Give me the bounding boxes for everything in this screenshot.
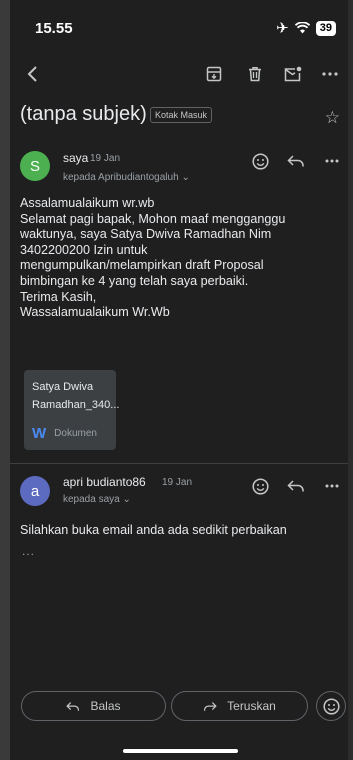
- trash-icon[interactable]: [243, 62, 267, 86]
- mark-unread-icon[interactable]: [281, 62, 305, 86]
- chevron-down-icon: ⌄: [122, 494, 131, 505]
- message-divider: [10, 463, 348, 464]
- recipient-line[interactable]: kepada saya ⌄: [63, 494, 131, 505]
- filename-line: Satya Dwiva: [32, 381, 94, 393]
- star-icon[interactable]: ☆: [325, 108, 340, 128]
- sender-name: saya: [63, 151, 89, 165]
- reply-icon: [66, 701, 80, 711]
- show-trimmed-content[interactable]: ...: [22, 544, 35, 558]
- body-line: 3402200200 Izin untuk: [20, 242, 148, 257]
- archive-icon[interactable]: [202, 62, 226, 86]
- email-subject: (tanpa subjek): [20, 103, 147, 125]
- inbox-label-chip[interactable]: Kotak Masuk: [150, 107, 213, 123]
- forward-button[interactable]: Teruskan: [171, 691, 308, 721]
- message-body: Assalamualaikum wr.wb Selamat pagi bapak…: [20, 196, 340, 321]
- emoji-react-icon[interactable]: [249, 475, 271, 497]
- wifi-icon: [294, 22, 310, 34]
- left-edge: [0, 0, 10, 760]
- message-body: Silahkan buka email anda ada sedikit per…: [20, 523, 287, 537]
- home-indicator[interactable]: [123, 749, 238, 753]
- forward-icon: [204, 701, 217, 711]
- reply-icon[interactable]: [285, 150, 307, 172]
- body-line: Terima Kasih,: [20, 289, 97, 304]
- status-icons: ✈ 39: [276, 19, 336, 37]
- sender-avatar[interactable]: a: [20, 476, 50, 506]
- attachment-type: W Dokumen: [32, 425, 97, 442]
- attachment-type-label: Dokumen: [54, 428, 97, 439]
- attachment-filename: Satya Dwiva Ramadhan_340...: [32, 378, 119, 414]
- more-options-icon[interactable]: [321, 150, 343, 172]
- more-options-icon[interactable]: [321, 475, 343, 497]
- reply-icon[interactable]: [285, 475, 307, 497]
- recipient-line[interactable]: kepada Apribudiantogaluh ⌄: [63, 172, 190, 183]
- battery-indicator: 39: [315, 20, 336, 36]
- body-line: bimbingan ke 4 yang telah saya perbaiki.: [20, 273, 249, 288]
- emoji-react-button[interactable]: [316, 691, 346, 721]
- more-options-icon[interactable]: [318, 62, 342, 86]
- emoji-icon: [322, 697, 340, 715]
- airplane-icon: ✈: [276, 20, 289, 37]
- body-line: Selamat pagi bapak, Mohon maaf menggangg…: [20, 211, 286, 226]
- back-arrow-icon[interactable]: [20, 62, 44, 86]
- email-toolbar: [10, 56, 348, 92]
- message-date: 19 Jan: [162, 477, 193, 488]
- chevron-down-icon: ⌄: [181, 172, 190, 183]
- attachment-card[interactable]: Satya Dwiva Ramadhan_340... W Dokumen: [24, 370, 119, 450]
- email-screen: 15.55 ✈ 39 (tanpa subjek) Kotak Masuk ☆ …: [10, 0, 348, 760]
- body-line: Wassalamualaikum Wr.Wb: [20, 305, 170, 320]
- body-line: mengumpulkan/melampirkan draft Proposal: [20, 258, 264, 273]
- message-date: 19 Jan: [90, 153, 121, 164]
- word-document-icon: W: [32, 425, 47, 442]
- filename-line: Ramadhan_340...: [32, 399, 120, 411]
- reply-button-label: Balas: [90, 699, 121, 713]
- body-line: waktunya, saya Satya Dwiva Ramadhan Nim: [20, 227, 272, 242]
- sender-avatar[interactable]: S: [20, 151, 50, 181]
- status-time: 15.55: [35, 20, 73, 37]
- forward-button-label: Teruskan: [227, 699, 276, 713]
- right-edge: [348, 0, 353, 760]
- body-line: Assalamualaikum wr.wb: [20, 196, 155, 210]
- reply-button[interactable]: Balas: [21, 691, 166, 721]
- emoji-react-icon[interactable]: [249, 150, 271, 172]
- sender-name: apri budianto86: [63, 475, 146, 489]
- status-bar: 15.55 ✈ 39: [10, 0, 348, 56]
